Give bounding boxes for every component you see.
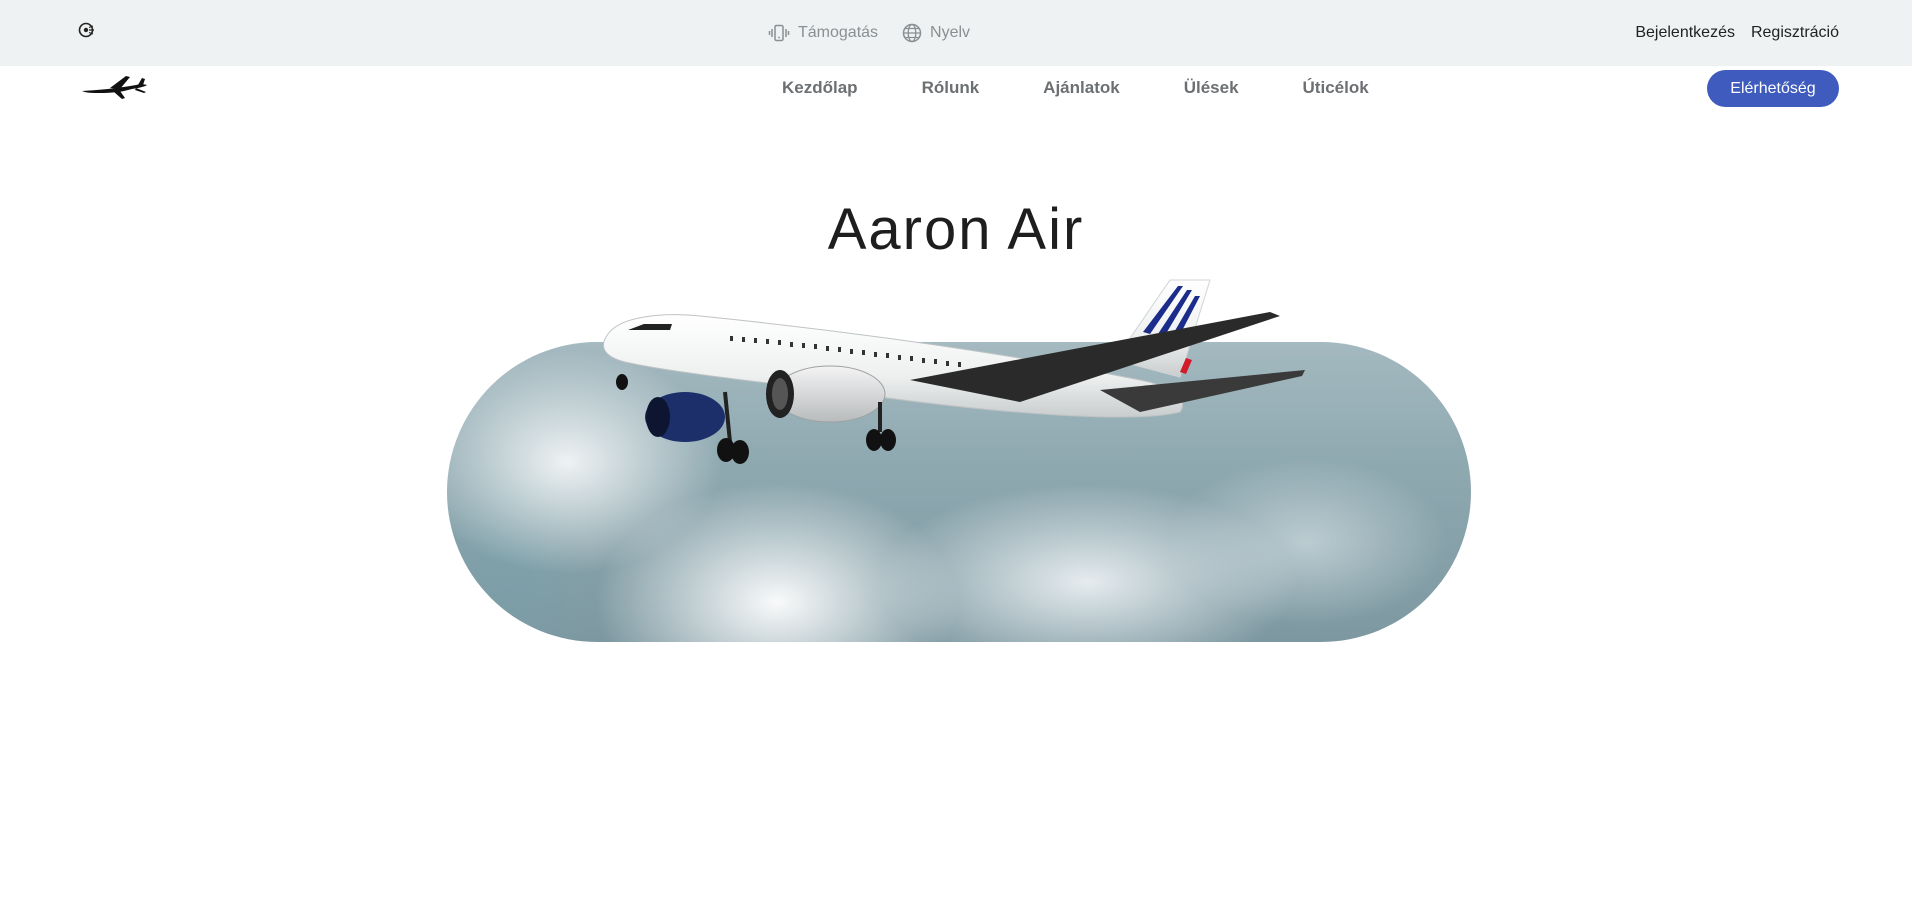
globe-icon [902, 23, 922, 43]
primary-nav: Kezdőlap Rólunk Ajánlatok Ülések Úticélo… [782, 66, 1369, 110]
support-label: Támogatás [798, 24, 879, 41]
top-utility-bar: Támogatás Nyelv Bejelentkezés Regisztrác… [0, 0, 1912, 66]
nav-home[interactable]: Kezdőlap [782, 78, 858, 98]
language-selector[interactable]: Nyelv [902, 23, 970, 43]
support-link[interactable]: Támogatás [768, 24, 878, 42]
register-link[interactable]: Regisztráció [1751, 24, 1839, 42]
utility-center-group: Támogatás Nyelv [768, 0, 970, 66]
phone-vibrate-icon [768, 24, 790, 42]
nav-about[interactable]: Rólunk [922, 78, 980, 98]
language-label: Nyelv [930, 24, 971, 41]
nav-destinations[interactable]: Úticélok [1303, 78, 1369, 98]
contact-button[interactable]: Elérhetőség [1707, 70, 1839, 107]
hero-title: Aaron Air [827, 197, 1085, 262]
nav-offers[interactable]: Ajánlatok [1043, 78, 1120, 98]
main-navbar: Kezdőlap Rólunk Ajánlatok Ülések Úticélo… [0, 66, 1912, 110]
hero-airplane-image [603, 279, 1305, 464]
auth-links: Bejelentkezés Regisztráció [1635, 0, 1839, 66]
nav-seats[interactable]: Ülések [1184, 78, 1239, 98]
login-link[interactable]: Bejelentkezés [1635, 24, 1735, 42]
accessibility-icon[interactable] [78, 21, 96, 39]
airplane-logo-icon[interactable] [80, 72, 150, 102]
